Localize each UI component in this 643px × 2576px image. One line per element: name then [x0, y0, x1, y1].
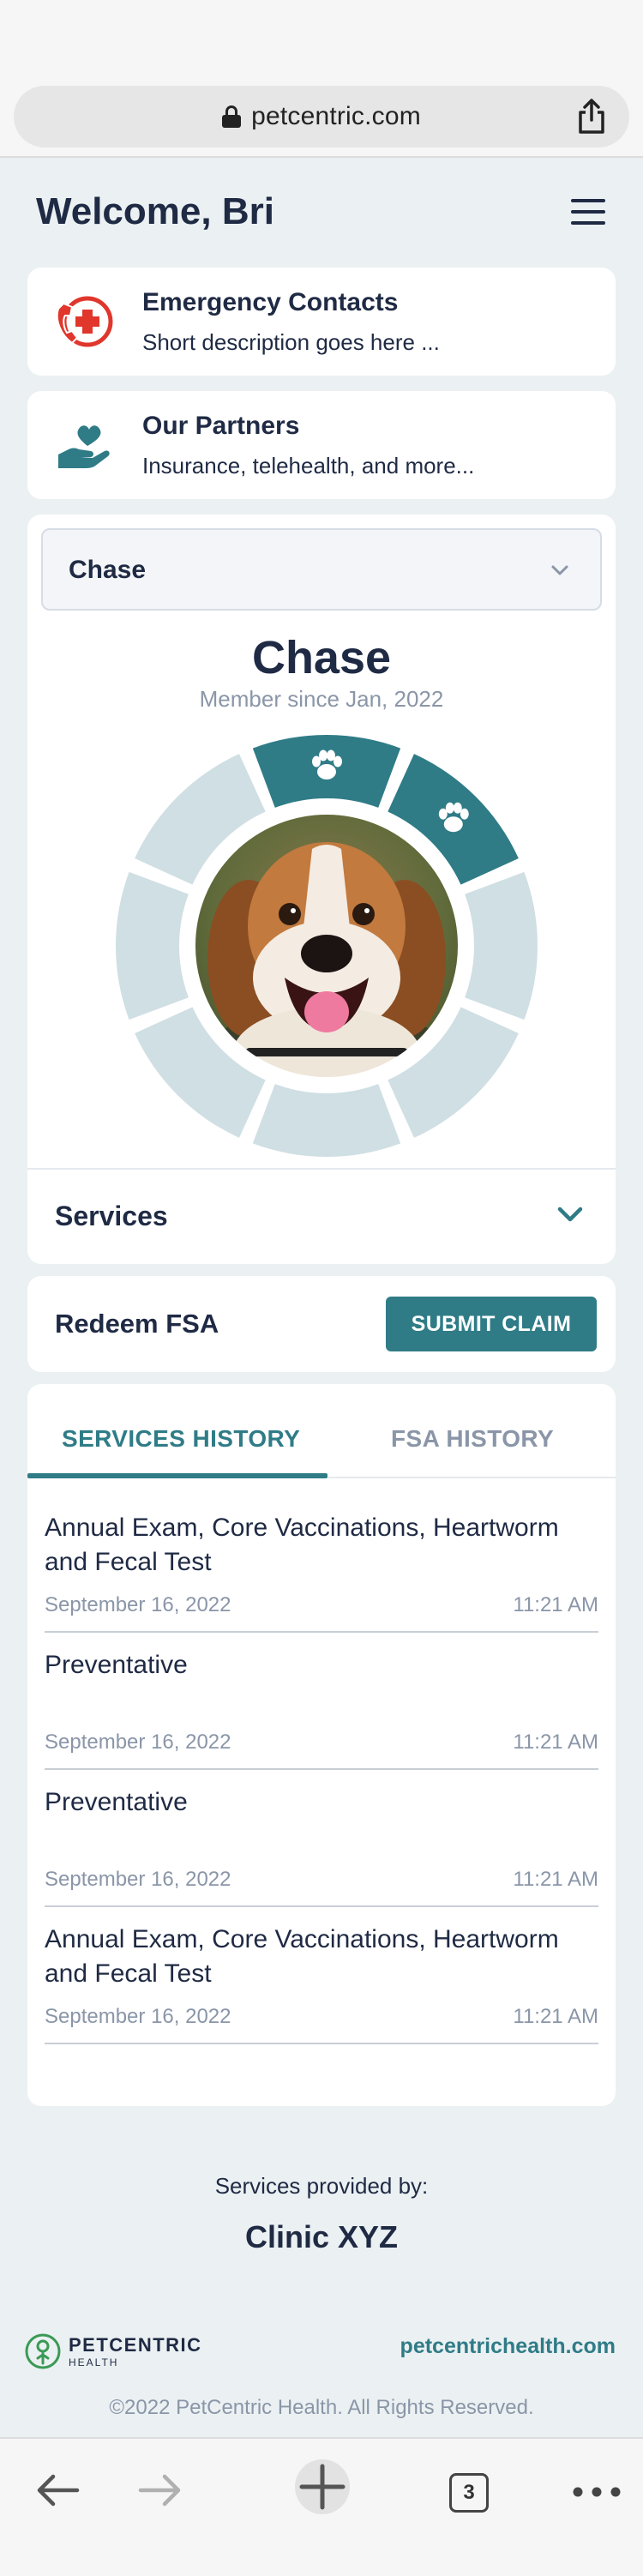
emergency-contacts-title: Emergency Contacts	[142, 288, 399, 316]
emergency-contacts-card[interactable]: Emergency Contacts Short description goe…	[27, 268, 616, 376]
share-icon[interactable]	[573, 98, 610, 135]
lock-icon	[222, 105, 242, 128]
url-text: petcentric.com	[251, 102, 421, 130]
ring-segment	[116, 871, 189, 1020]
our-partners-description: Insurance, telehealth, and more...	[142, 453, 475, 478]
petcentric-logo-icon	[25, 2333, 61, 2369]
list-item[interactable]: Annual Exam, Core Vaccinations, Heartwor…	[45, 1907, 598, 2044]
list-item[interactable]: Annual Exam, Core Vaccinations, Heartwor…	[45, 1496, 598, 1633]
list-item[interactable]: Preventative September 16, 2022 11:21 AM	[45, 1633, 598, 1770]
menu-icon[interactable]	[571, 199, 605, 225]
history-item-title: Preventative	[45, 1788, 188, 1816]
member-since: Member since Jan, 2022	[199, 686, 444, 712]
pet-select-dropdown[interactable]: Chase	[41, 528, 602, 611]
progress-ring	[116, 735, 538, 1157]
services-label: Services	[55, 1201, 168, 1231]
history-item-title: Preventative	[45, 1651, 188, 1679]
brand-logo[interactable]: PETCENTRIC HEALTH	[24, 2332, 247, 2370]
services-provided-by: Services provided by:	[214, 2173, 429, 2199]
more-icon[interactable]	[573, 2487, 621, 2497]
history-item-date: September 16, 2022	[45, 2005, 231, 2028]
list-item[interactable]: Preventative September 16, 2022 11:21 AM	[45, 1770, 598, 1907]
history-item-date: September 16, 2022	[45, 1593, 231, 1616]
brand-subtitle: HEALTH	[69, 2356, 119, 2368]
our-partners-title: Our Partners	[142, 412, 300, 440]
medical-phone-icon	[56, 296, 113, 347]
brand-name: PETCENTRIC	[69, 2334, 202, 2356]
browser-top-bar: petcentric.com	[0, 0, 643, 158]
history-item-title: Annual Exam, Core Vaccinations, Heartwor…	[45, 1925, 559, 1988]
our-partners-card[interactable]: Our Partners Insurance, telehealth, and …	[27, 391, 616, 499]
back-arrow-icon[interactable]	[34, 2473, 81, 2507]
tab-fsa-history[interactable]: FSA HISTORY	[391, 1425, 554, 1453]
welcome-heading: Welcome, Bri	[36, 190, 274, 232]
services-history-list: Annual Exam, Core Vaccinations, Heartwor…	[45, 1496, 598, 2044]
browser-bottom-bar: 3	[0, 2437, 643, 2576]
chevron-down-icon	[551, 565, 568, 575]
heart-hand-icon	[58, 425, 110, 468]
active-tab-indicator	[27, 1473, 328, 1478]
website-link[interactable]: petcentrichealth.com	[400, 2334, 616, 2359]
history-item-time: 11:21 AM	[513, 1593, 598, 1616]
ring-segment	[252, 1084, 401, 1157]
submit-claim-button[interactable]: SUBMIT CLAIM	[386, 1297, 597, 1351]
services-accordion[interactable]: Services	[27, 1168, 616, 1264]
copyright-text: ©2022 PetCentric Health. All Rights Rese…	[109, 2396, 534, 2419]
emergency-contacts-description: Short description goes here ...	[142, 329, 440, 355]
pet-profile-card: Chase Chase Member since Jan, 2022 Servi…	[27, 515, 616, 1264]
new-tab-button[interactable]	[295, 2459, 350, 2514]
tab-services-history[interactable]: SERVICES HISTORY	[62, 1425, 300, 1453]
pet-select-value: Chase	[69, 556, 147, 584]
redeem-fsa-label: Redeem FSA	[55, 1309, 219, 1339]
history-card: SERVICES HISTORY FSA HISTORY Annual Exam…	[27, 1384, 616, 2106]
history-item-time: 11:21 AM	[513, 1868, 598, 1891]
clinic-name: Clinic XYZ	[244, 2219, 399, 2254]
redeem-fsa-card: Redeem FSA SUBMIT CLAIM	[27, 1276, 616, 1372]
history-item-date: September 16, 2022	[45, 1730, 231, 1754]
ring-segment	[465, 871, 538, 1020]
history-item-time: 11:21 AM	[513, 2005, 598, 2028]
history-item-title: Annual Exam, Core Vaccinations, Heartwor…	[45, 1514, 559, 1576]
history-item-time: 11:21 AM	[513, 1730, 598, 1754]
history-item-date: September 16, 2022	[45, 1868, 231, 1891]
plus-icon	[299, 2464, 346, 2510]
forward-arrow-icon[interactable]	[137, 2473, 183, 2507]
pet-name: Chase	[251, 632, 392, 683]
tab-divider	[328, 1477, 616, 1478]
address-bar[interactable]: petcentric.com	[14, 86, 629, 147]
chevron-down-icon	[557, 1207, 583, 1222]
tab-count-button[interactable]: 3	[449, 2473, 489, 2513]
